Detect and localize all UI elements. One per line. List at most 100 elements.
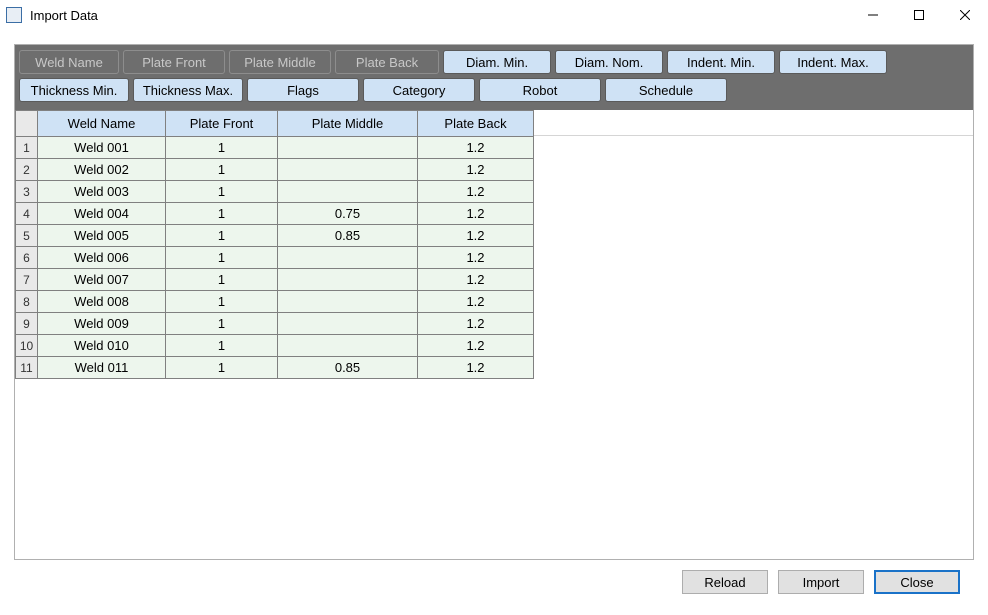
cell-weld-name[interactable]: Weld 003 (38, 181, 166, 203)
cell-plate-front[interactable]: 1 (166, 269, 278, 291)
cell-weld-name[interactable]: Weld 007 (38, 269, 166, 291)
cell-plate-middle[interactable]: 0.85 (278, 225, 418, 247)
cell-plate-middle[interactable]: 0.75 (278, 203, 418, 225)
rownum-cell[interactable]: 3 (16, 181, 38, 203)
reload-button[interactable]: Reload (682, 570, 768, 594)
main-panel: Weld Name Plate Front Plate Middle Plate… (14, 44, 974, 560)
table-row[interactable]: 7Weld 0071 1.2 (16, 269, 534, 291)
cell-plate-middle[interactable]: 0.85 (278, 357, 418, 379)
cell-plate-middle[interactable] (278, 181, 418, 203)
col-header-plate-front[interactable]: Plate Front (166, 111, 278, 137)
minimize-button[interactable] (850, 0, 896, 30)
cell-plate-back[interactable]: 1.2 (418, 137, 534, 159)
rownum-cell[interactable]: 4 (16, 203, 38, 225)
table-row[interactable]: 5Weld 00510.851.2 (16, 225, 534, 247)
cell-plate-front[interactable]: 1 (166, 137, 278, 159)
col-toggle-indent-max[interactable]: Indent. Max. (779, 50, 887, 74)
col-toggle-thickness-min[interactable]: Thickness Min. (19, 78, 129, 102)
cell-plate-middle[interactable] (278, 269, 418, 291)
cell-plate-middle[interactable] (278, 137, 418, 159)
col-toggle-diam-min[interactable]: Diam. Min. (443, 50, 551, 74)
cell-plate-front[interactable]: 1 (166, 203, 278, 225)
close-button[interactable]: Close (874, 570, 960, 594)
toolbar-row-2: Thickness Min. Thickness Max. Flags Cate… (15, 78, 973, 106)
cell-plate-front[interactable]: 1 (166, 159, 278, 181)
cell-plate-back[interactable]: 1.2 (418, 159, 534, 181)
cell-plate-back[interactable]: 1.2 (418, 181, 534, 203)
table-row[interactable]: 3Weld 0031 1.2 (16, 181, 534, 203)
cell-weld-name[interactable]: Weld 010 (38, 335, 166, 357)
cell-plate-back[interactable]: 1.2 (418, 247, 534, 269)
col-toggle-label: Diam. Nom. (575, 55, 644, 70)
rownum-cell[interactable]: 9 (16, 313, 38, 335)
rownum-cell[interactable]: 8 (16, 291, 38, 313)
col-toggle-thickness-max[interactable]: Thickness Max. (133, 78, 243, 102)
cell-plate-front[interactable]: 1 (166, 313, 278, 335)
cell-plate-back[interactable]: 1.2 (418, 335, 534, 357)
col-toggle-plate-back[interactable]: Plate Back (335, 50, 439, 74)
table-row[interactable]: 11Weld 01110.851.2 (16, 357, 534, 379)
table-row[interactable]: 2Weld 0021 1.2 (16, 159, 534, 181)
maximize-button[interactable] (896, 0, 942, 30)
table-row[interactable]: 10Weld 0101 1.2 (16, 335, 534, 357)
col-header-plate-middle[interactable]: Plate Middle (278, 111, 418, 137)
data-grid[interactable]: Weld Name Plate Front Plate Middle Plate… (15, 110, 534, 379)
rownum-cell[interactable]: 1 (16, 137, 38, 159)
cell-weld-name[interactable]: Weld 011 (38, 357, 166, 379)
cell-plate-back[interactable]: 1.2 (418, 357, 534, 379)
rownum-cell[interactable]: 6 (16, 247, 38, 269)
cell-weld-name[interactable]: Weld 001 (38, 137, 166, 159)
col-toggle-indent-min[interactable]: Indent. Min. (667, 50, 775, 74)
import-button[interactable]: Import (778, 570, 864, 594)
cell-plate-back[interactable]: 1.2 (418, 225, 534, 247)
cell-plate-front[interactable]: 1 (166, 357, 278, 379)
cell-weld-name[interactable]: Weld 004 (38, 203, 166, 225)
cell-plate-middle[interactable] (278, 159, 418, 181)
col-toggle-plate-middle[interactable]: Plate Middle (229, 50, 331, 74)
col-header-plate-back[interactable]: Plate Back (418, 111, 534, 137)
col-toggle-robot[interactable]: Robot (479, 78, 601, 102)
rownum-cell[interactable]: 5 (16, 225, 38, 247)
col-toggle-weld-name[interactable]: Weld Name (19, 50, 119, 74)
col-header-weld-name[interactable]: Weld Name (38, 111, 166, 137)
table-row[interactable]: 8Weld 0081 1.2 (16, 291, 534, 313)
rownum-cell[interactable]: 11 (16, 357, 38, 379)
table-row[interactable]: 6Weld 0061 1.2 (16, 247, 534, 269)
col-toggle-flags[interactable]: Flags (247, 78, 359, 102)
cell-plate-front[interactable]: 1 (166, 335, 278, 357)
header-divider (534, 110, 973, 136)
cell-plate-back[interactable]: 1.2 (418, 269, 534, 291)
footer: Reload Import Close (14, 560, 974, 594)
cell-weld-name[interactable]: Weld 002 (38, 159, 166, 181)
cell-plate-back[interactable]: 1.2 (418, 313, 534, 335)
col-toggle-category[interactable]: Category (363, 78, 475, 102)
col-toggle-schedule[interactable]: Schedule (605, 78, 727, 102)
col-toggle-plate-front[interactable]: Plate Front (123, 50, 225, 74)
cell-plate-middle[interactable] (278, 291, 418, 313)
rownum-header[interactable] (16, 111, 38, 137)
cell-plate-front[interactable]: 1 (166, 225, 278, 247)
cell-plate-middle[interactable] (278, 335, 418, 357)
cell-plate-front[interactable]: 1 (166, 291, 278, 313)
cell-weld-name[interactable]: Weld 005 (38, 225, 166, 247)
cell-plate-front[interactable]: 1 (166, 181, 278, 203)
close-window-button[interactable] (942, 0, 988, 30)
table-row[interactable]: 1Weld 0011 1.2 (16, 137, 534, 159)
rownum-cell[interactable]: 7 (16, 269, 38, 291)
cell-plate-middle[interactable] (278, 313, 418, 335)
cell-weld-name[interactable]: Weld 006 (38, 247, 166, 269)
app-icon (6, 7, 22, 23)
rownum-cell[interactable]: 10 (16, 335, 38, 357)
cell-plate-back[interactable]: 1.2 (418, 291, 534, 313)
table-row[interactable]: 9Weld 0091 1.2 (16, 313, 534, 335)
col-toggle-diam-nom[interactable]: Diam. Nom. (555, 50, 663, 74)
cell-weld-name[interactable]: Weld 008 (38, 291, 166, 313)
cell-plate-front[interactable]: 1 (166, 247, 278, 269)
button-label: Close (900, 575, 933, 590)
col-toggle-label: Plate Front (142, 55, 206, 70)
rownum-cell[interactable]: 2 (16, 159, 38, 181)
cell-plate-back[interactable]: 1.2 (418, 203, 534, 225)
table-row[interactable]: 4Weld 00410.751.2 (16, 203, 534, 225)
cell-plate-middle[interactable] (278, 247, 418, 269)
cell-weld-name[interactable]: Weld 009 (38, 313, 166, 335)
